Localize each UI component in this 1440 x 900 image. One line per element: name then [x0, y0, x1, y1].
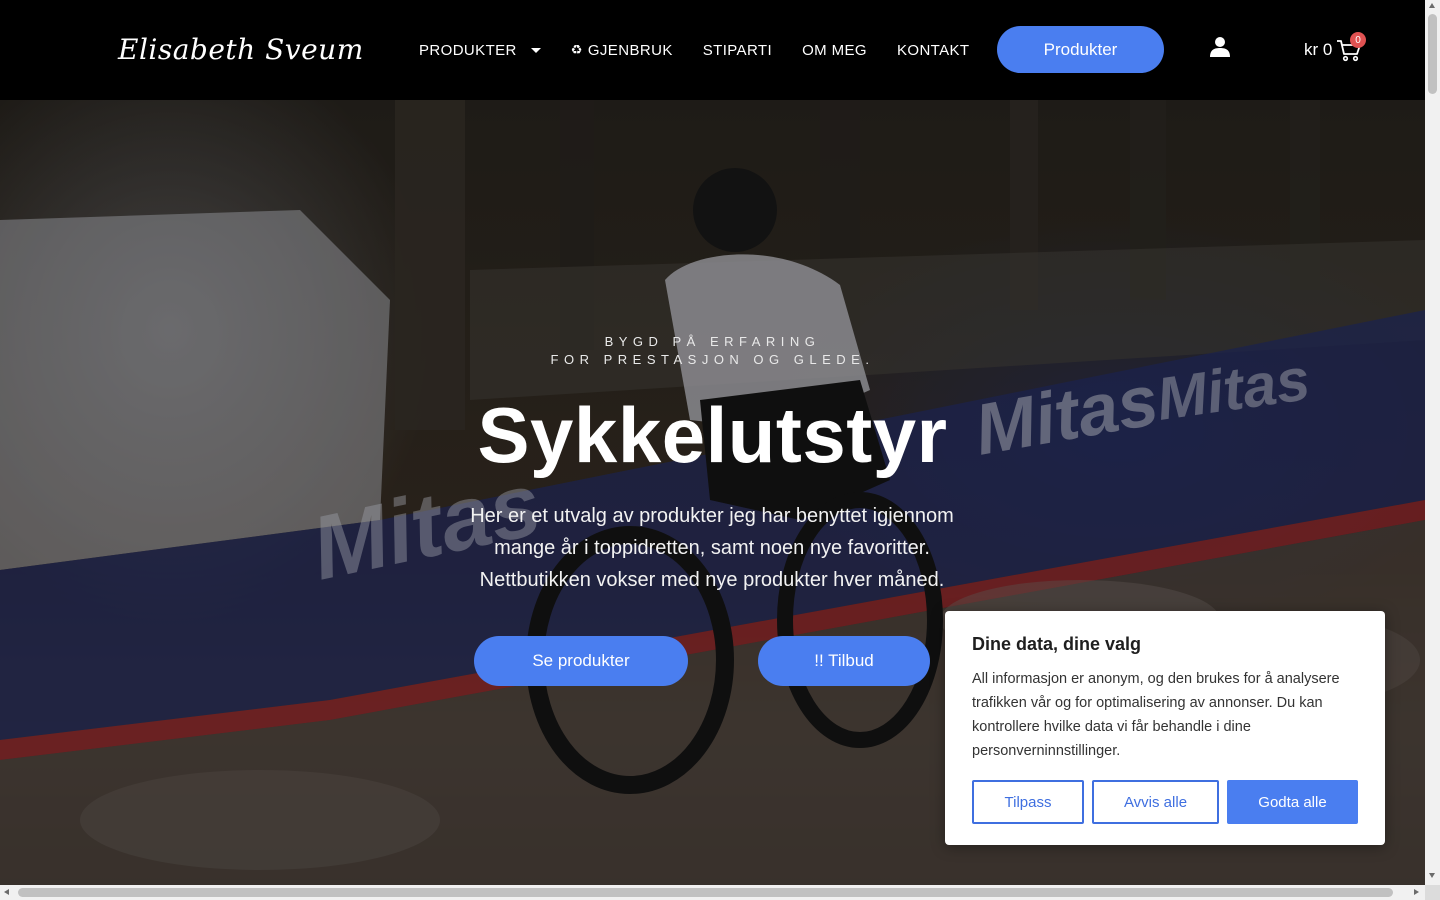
nav-item-produkter[interactable]: PRODUKTER	[419, 42, 541, 59]
hero-description: Her er et utvalg av produkter jeg har be…	[470, 505, 954, 591]
nav-item-om-meg[interactable]: OM MEG	[802, 42, 867, 59]
reject-all-button[interactable]: Avvis alle	[1092, 780, 1219, 824]
nav-item-label: GJENBRUK	[587, 41, 673, 59]
hero-eyebrow: BYGD PÅ ERFARING	[604, 334, 821, 349]
horizontal-scroll-thumb[interactable]	[18, 888, 1393, 897]
cookie-consent-dialog: Dine data, dine valg All informasjon er …	[945, 611, 1385, 845]
see-products-button[interactable]: Se produkter	[474, 636, 688, 686]
nav-item-kontakt[interactable]: KONTAKT	[897, 42, 970, 59]
hero-eyebrow: FOR PRESTASJON OG GLEDE.	[550, 352, 875, 367]
nav-item-label: PRODUKTER	[419, 41, 517, 59]
scroll-down-arrow-icon[interactable]	[1429, 873, 1435, 878]
cart-count-badge: 0	[1350, 32, 1366, 48]
customize-button[interactable]: Tilpass	[972, 780, 1084, 824]
offers-button[interactable]: !! Tilbud	[758, 636, 930, 686]
hero-title: Sykkelutstyr	[477, 391, 948, 479]
nav-item-label: KONTAKT	[896, 41, 970, 59]
products-button[interactable]: Produkter	[997, 26, 1164, 73]
user-icon[interactable]	[1209, 36, 1231, 58]
nav-item-label: OM MEG	[802, 41, 867, 59]
scrollbar-corner	[1425, 885, 1440, 900]
cart-total: kr 0	[1304, 40, 1333, 59]
site-logo[interactable]: Elisabeth Sveum	[118, 28, 363, 72]
cookie-dialog-text: All informasjon er anonym, og den brukes…	[972, 671, 1340, 759]
scroll-up-arrow-icon[interactable]	[1429, 3, 1435, 8]
scroll-right-arrow-icon[interactable]	[1414, 889, 1419, 895]
recycle-icon: ♻	[570, 42, 583, 57]
nav-item-stiparti[interactable]: STIPARTI	[703, 42, 772, 59]
nav-item-gjenbruk[interactable]: ♻ GJENBRUK	[571, 42, 673, 59]
site-header: Elisabeth Sveum PRODUKTER ♻ GJENBRUK STI…	[0, 0, 1425, 100]
caret-down-icon[interactable]	[530, 47, 541, 53]
horizontal-scrollbar[interactable]	[0, 885, 1425, 900]
main-nav: PRODUKTER ♻ GJENBRUK STIPARTI OM MEG KON…	[419, 0, 1000, 100]
nav-item-label: STIPARTI	[702, 41, 773, 59]
vertical-scrollbar[interactable]	[1425, 0, 1440, 885]
vertical-scroll-thumb[interactable]	[1428, 14, 1437, 94]
scroll-left-arrow-icon[interactable]	[4, 889, 9, 895]
cookie-dialog-title: Dine data, dine valg	[972, 634, 1142, 654]
accept-all-button[interactable]: Godta alle	[1227, 780, 1358, 824]
